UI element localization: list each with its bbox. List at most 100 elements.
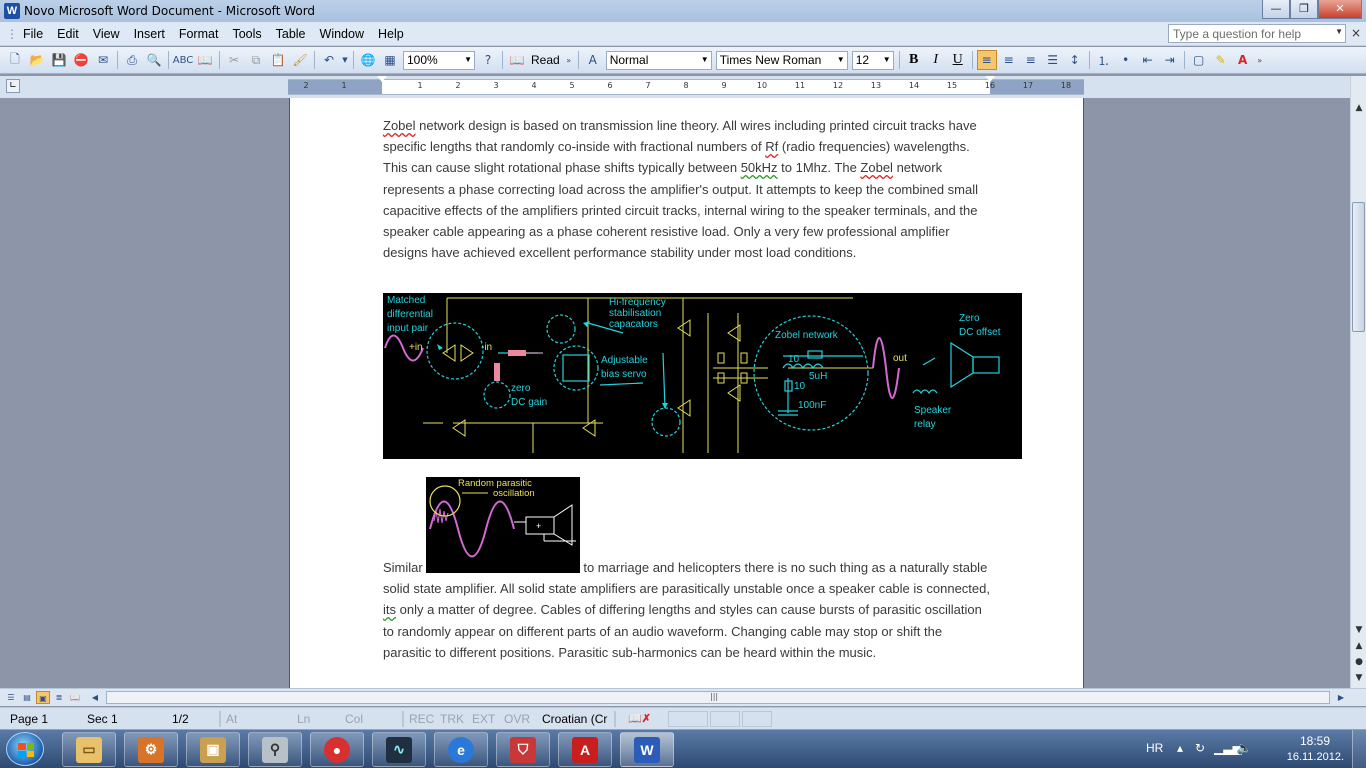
amplifier-schematic-image[interactable]: Matched differential input pair zero DC … (383, 293, 1022, 459)
reading-layout-icon[interactable]: 📖 (68, 691, 82, 704)
status-ln[interactable]: Ln (297, 712, 310, 726)
volume-icon[interactable]: 🔈 (1236, 740, 1252, 756)
paste-icon[interactable]: 📋 (268, 50, 288, 70)
browse-object-icon[interactable]: ● (1351, 654, 1366, 670)
status-section[interactable]: Sec 1 (87, 712, 118, 726)
font-size-select[interactable]: 12 ▼ (851, 50, 894, 70)
toolbar-options-icon[interactable]: » (564, 50, 574, 70)
status-trk[interactable]: TRK (440, 712, 464, 726)
close-document-button[interactable]: × (1351, 26, 1361, 40)
open-folder-icon[interactable]: 📂 (27, 50, 47, 70)
update-icon[interactable]: ↻ (1192, 740, 1208, 756)
scroll-down-arrow-icon[interactable]: ▼ (1351, 622, 1366, 638)
help-search-input[interactable]: Type a question for help ▼ (1168, 24, 1346, 43)
taskbar-app-5[interactable]: ● (310, 732, 364, 767)
chevron-down-icon[interactable]: ▼ (341, 50, 349, 70)
print-preview-icon[interactable]: 🔍 (144, 50, 164, 70)
menu-window[interactable]: Window (313, 27, 371, 41)
table-icon[interactable]: ▦ (380, 50, 400, 70)
spelling-icon[interactable]: ABC (173, 50, 194, 70)
line-spacing-icon[interactable]: ↕ (1065, 50, 1085, 70)
maximize-button[interactable]: ❐ (1290, 0, 1318, 19)
increase-indent-icon[interactable]: ⇥ (1160, 50, 1180, 70)
clock-date[interactable]: 16.11.2012. (1287, 751, 1344, 763)
taskbar-acrobat[interactable]: A (558, 732, 612, 767)
research-icon[interactable]: 📖 (195, 50, 215, 70)
menu-view[interactable]: View (86, 27, 127, 41)
show-desktop-button[interactable] (1352, 730, 1366, 768)
next-page-icon[interactable]: ▼ (1351, 670, 1366, 686)
status-rec[interactable]: REC (409, 712, 434, 726)
word-app-icon[interactable]: W (4, 3, 20, 19)
chevron-down-icon[interactable]: ▼ (1335, 27, 1343, 36)
normal-view-icon[interactable]: ☰ (4, 691, 18, 704)
tab-selector[interactable]: ∟ (6, 79, 20, 93)
bold-button[interactable]: B (904, 50, 924, 70)
status-page[interactable]: Page 1 (10, 712, 48, 726)
menu-file[interactable]: File (16, 27, 50, 41)
paragraph-similar[interactable]: Similar to marriage and helicopters ther… (383, 557, 993, 663)
status-page-count[interactable]: 1/2 (172, 712, 189, 726)
taskbar-explorer[interactable]: ▭ (62, 732, 116, 767)
taskbar-word[interactable]: W (620, 732, 674, 767)
taskbar-app-2[interactable]: ⚙ (124, 732, 178, 767)
scroll-right-arrow-icon[interactable]: ▶ (1334, 691, 1348, 704)
styles-icon[interactable]: A (583, 50, 603, 70)
read-button[interactable]: Read (531, 53, 560, 67)
menu-insert[interactable]: Insert (127, 27, 172, 41)
undo-icon[interactable]: ↶ (319, 50, 339, 70)
scroll-up-arrow-icon[interactable]: ▲ (1351, 100, 1366, 116)
status-language[interactable]: Croatian (Cr (542, 712, 607, 726)
format-painter-icon[interactable]: 🖌 (290, 50, 310, 70)
justify-icon[interactable]: ☰ (1043, 50, 1063, 70)
toolbar-options-icon[interactable]: » (1255, 50, 1265, 70)
taskbar-app-3[interactable]: ▣ (186, 732, 240, 767)
status-ovr[interactable]: OVR (504, 712, 530, 726)
hyperlink-icon[interactable]: 🌐 (358, 50, 378, 70)
menu-format[interactable]: Format (172, 27, 226, 41)
font-select[interactable]: Times New Roman ▼ (715, 50, 848, 70)
clock-time[interactable]: 18:59 (1300, 734, 1330, 748)
align-center-icon[interactable]: ≡ (999, 50, 1019, 70)
bullets-icon[interactable]: • (1116, 50, 1136, 70)
menu-edit[interactable]: Edit (50, 27, 86, 41)
first-line-indent-marker[interactable] (377, 76, 387, 82)
copy-icon[interactable]: ⧉ (246, 50, 266, 70)
highlight-icon[interactable]: ✎ (1211, 50, 1231, 70)
close-button[interactable]: ✕ (1318, 0, 1362, 19)
italic-button[interactable]: I (926, 50, 946, 70)
email-icon[interactable]: ✉ (93, 50, 113, 70)
taskbar-app-6[interactable]: ∿ (372, 732, 426, 767)
decrease-indent-icon[interactable]: ⇤ (1138, 50, 1158, 70)
web-layout-icon[interactable]: ▤ (20, 691, 34, 704)
start-button[interactable] (6, 732, 44, 766)
scroll-thumb[interactable] (1352, 202, 1365, 332)
document-page[interactable]: Zobel network design is based on transmi… (289, 98, 1084, 688)
status-at[interactable]: At (226, 712, 237, 726)
print-layout-icon[interactable]: ▣ (36, 691, 50, 704)
align-right-icon[interactable]: ≡ (1021, 50, 1041, 70)
numbering-icon[interactable]: ⒈ (1094, 50, 1114, 70)
outline-view-icon[interactable]: ≣ (52, 691, 66, 704)
taskbar-app-8[interactable]: ⛉ (496, 732, 550, 767)
taskbar-ie[interactable]: e (434, 732, 488, 767)
taskbar-app-4[interactable]: ⚲ (248, 732, 302, 767)
previous-page-icon[interactable]: ▲ (1351, 638, 1366, 654)
help-icon[interactable]: ? (478, 50, 498, 70)
vertical-scrollbar[interactable]: ▲ ▼ ▲ ● ▼ (1350, 76, 1366, 688)
new-document-icon[interactable]: 🗋 (5, 50, 25, 70)
print-icon[interactable]: ⎙ (122, 50, 142, 70)
font-color-icon[interactable]: A (1233, 50, 1253, 70)
right-indent-marker[interactable] (985, 76, 995, 82)
style-select[interactable]: Normal ▼ (605, 50, 712, 70)
language-indicator[interactable]: HR (1146, 741, 1163, 755)
status-col[interactable]: Col (345, 712, 363, 726)
save-icon[interactable]: 💾 (49, 50, 69, 70)
permission-icon[interactable]: ⛔ (71, 50, 91, 70)
cut-icon[interactable]: ✂ (224, 50, 244, 70)
paragraph-zobel[interactable]: Zobel network design is based on transmi… (383, 115, 993, 263)
network-icon[interactable]: ▁▃▅ (1214, 740, 1242, 756)
menu-help[interactable]: Help (371, 27, 411, 41)
borders-icon[interactable]: ▢ (1189, 50, 1209, 70)
horizontal-ruler[interactable]: 2 1 1 2 3 4 5 6 7 8 9 10 11 12 13 14 15 … (288, 76, 1084, 95)
